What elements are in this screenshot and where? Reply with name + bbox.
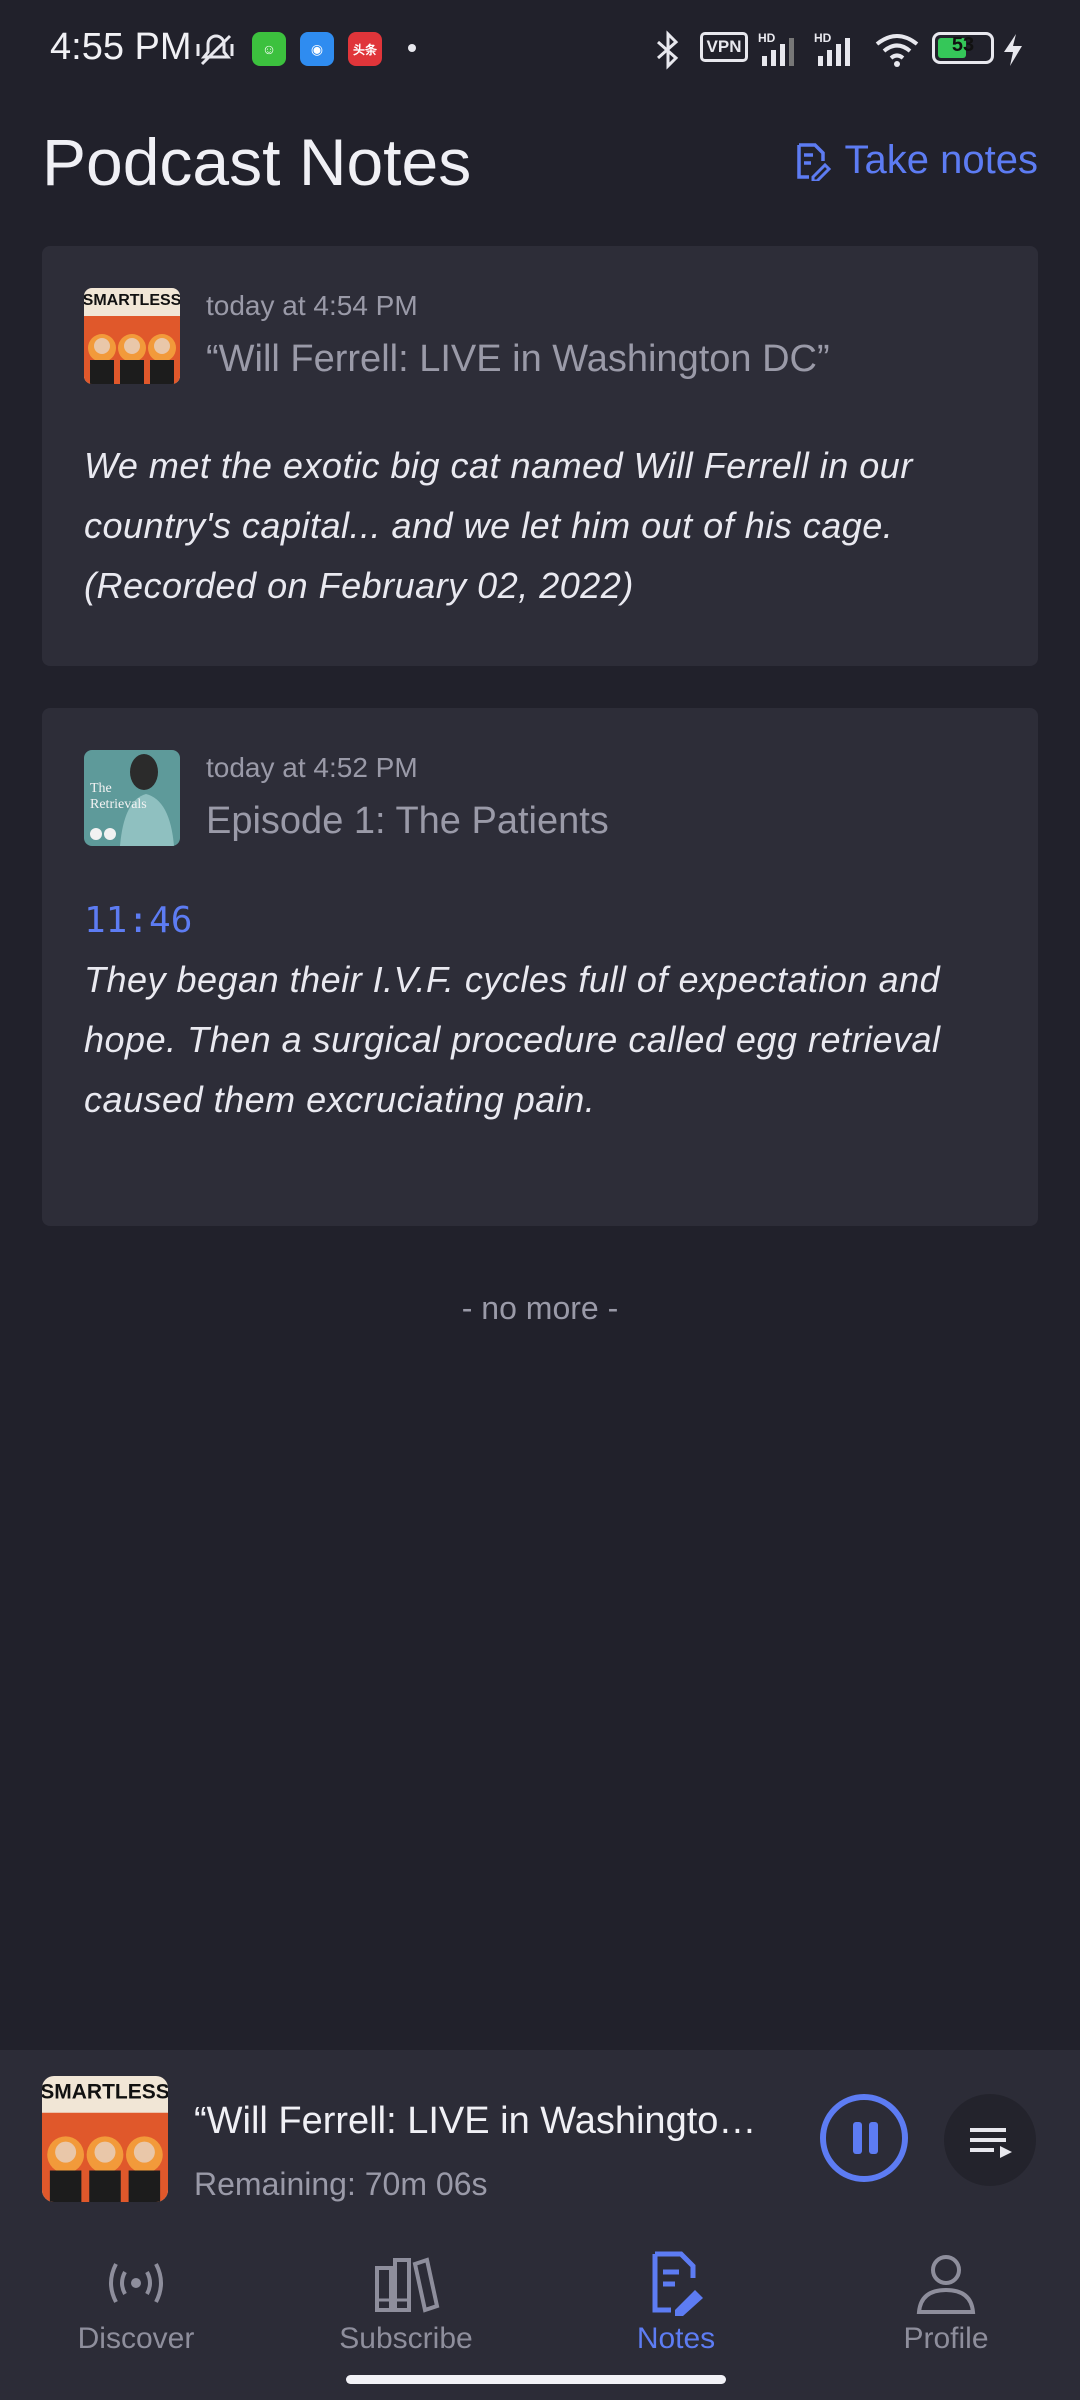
library-icon	[375, 2257, 440, 2313]
battery-indicator: 53	[932, 32, 994, 64]
screen: 4:55 PM ☺ ◉ 头条 VPN HD HD 53 Podcast Note…	[0, 0, 1080, 2400]
broadcast-icon	[109, 2263, 163, 2303]
svg-text:Retrievals: Retrievals	[90, 797, 147, 812]
charging-icon	[1004, 34, 1022, 66]
player-remaining-time: Remaining: 70m 06s	[194, 2166, 488, 2202]
app-icon-red: 头条	[348, 32, 382, 66]
svg-text:SMARTLESS: SMARTLESS	[42, 2080, 168, 2103]
app-icon-blue: ◉	[300, 32, 334, 66]
nav-label: Discover	[77, 2322, 195, 2355]
home-indicator[interactable]	[346, 2375, 726, 2384]
take-notes-label: Take notes	[844, 138, 1038, 182]
pause-button[interactable]	[820, 2094, 908, 2182]
nav-label: Subscribe	[339, 2322, 473, 2355]
nav-profile[interactable]: Profile	[836, 2250, 1056, 2356]
take-notes-button[interactable]: Take notes	[791, 138, 1038, 183]
note-card[interactable]: SMARTLESS today at 4:54 PM “Will Ferrell…	[42, 246, 1038, 666]
player-episode-title: “Will Ferrell: LIVE in Washington DC”	[194, 2100, 774, 2142]
notification-dot	[408, 44, 416, 52]
edit-note-icon	[796, 142, 831, 181]
signal-icon: HD	[758, 31, 794, 66]
status-time: 4:55 PM	[50, 26, 192, 68]
svg-text:SMARTLESS: SMARTLESS	[84, 292, 180, 309]
signal-icon: HD	[814, 31, 850, 66]
nav-discover[interactable]: Discover	[26, 2250, 246, 2356]
note-timestamp-link[interactable]: 11:46	[84, 900, 192, 941]
pause-icon	[869, 2122, 878, 2154]
list-end-label: - no more -	[461, 1290, 619, 1326]
svg-text:HD: HD	[758, 31, 776, 45]
podcast-artwork-retrievals: The Retrievals	[84, 750, 180, 846]
notes-icon	[652, 2251, 703, 2316]
retrievals-art-image: The Retrievals	[84, 750, 180, 846]
bluetooth-icon	[657, 30, 679, 70]
wifi-icon	[875, 34, 919, 67]
playlist-icon	[970, 2128, 1012, 2158]
episode-title: “Will Ferrell: LIVE in Washington DC”	[206, 338, 830, 380]
status-bar: 4:55 PM ☺ ◉ 头条 VPN HD HD 53	[0, 0, 1080, 100]
smartless-logo-image: SMARTLESS	[42, 2076, 168, 2202]
note-card[interactable]: The Retrievals today at 4:52 PM Episode …	[42, 708, 1038, 1226]
smartless-logo-image: SMARTLESS	[84, 288, 180, 384]
pause-icon	[853, 2122, 862, 2154]
queue-button[interactable]	[944, 2094, 1036, 2186]
episode-title: Episode 1: The Patients	[206, 800, 609, 842]
nav-subscribe[interactable]: Subscribe	[296, 2250, 516, 2356]
battery-level: 53	[951, 34, 975, 56]
nav-notes[interactable]: Notes	[566, 2250, 786, 2356]
podcast-artwork-smartless: SMARTLESS	[84, 288, 180, 384]
player-artwork: SMARTLESS	[42, 2076, 168, 2202]
profile-icon	[916, 2255, 976, 2314]
note-time: today at 4:52 PM	[206, 752, 418, 783]
nav-label: Profile	[903, 2322, 989, 2355]
page-title: Podcast Notes	[42, 125, 472, 199]
nav-label: Notes	[636, 2322, 716, 2355]
mute-icon	[196, 34, 234, 66]
note-time: today at 4:54 PM	[206, 290, 418, 321]
mini-player[interactable]: SMARTLESS “Will Ferrell: LIVE in Washing…	[0, 2050, 1080, 2230]
note-body: We met the exotic big cat named Will Fer…	[84, 445, 913, 606]
vpn-indicator: VPN	[700, 32, 748, 62]
note-body: They began their I.V.F. cycles full of e…	[84, 959, 941, 1120]
svg-text:The: The	[90, 781, 112, 796]
svg-text:HD: HD	[814, 31, 832, 45]
app-icon-green: ☺	[252, 32, 286, 66]
